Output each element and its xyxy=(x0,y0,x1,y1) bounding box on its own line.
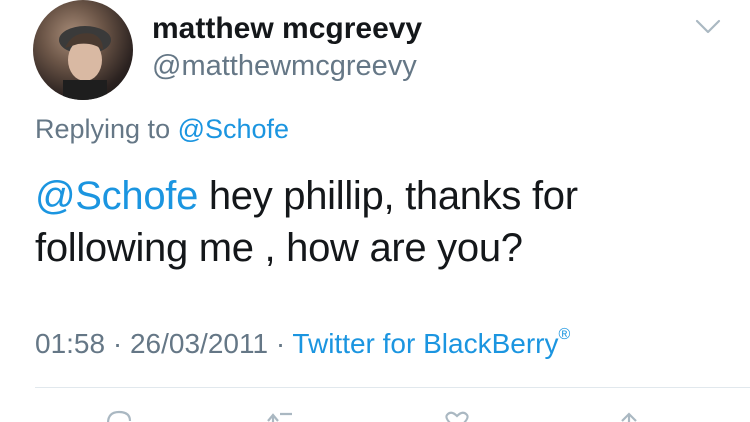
tweet-date: 26/03/2011 xyxy=(129,328,269,359)
reply-context: Replying to @Schofe xyxy=(35,114,289,145)
tweet-card: matthew mcgreevy @matthewmcgreevy Replyi… xyxy=(0,0,750,422)
tweet-text: @Schofe hey phillip, thanks for followin… xyxy=(35,170,725,274)
chevron-down-icon[interactable] xyxy=(695,18,721,36)
share-icon[interactable] xyxy=(612,409,646,422)
tweet-time: 01:58 xyxy=(35,328,106,359)
retweet-icon[interactable] xyxy=(264,409,298,422)
reply-icon[interactable] xyxy=(102,409,136,422)
avatar[interactable] xyxy=(33,0,133,100)
avatar-photo xyxy=(59,26,111,100)
meta-separator: · xyxy=(275,328,286,359)
user-handle[interactable]: @matthewmcgreevy xyxy=(152,50,417,83)
display-name[interactable]: matthew mcgreevy xyxy=(152,12,422,46)
reply-context-mention[interactable]: @Schofe xyxy=(178,114,289,144)
tweet-client-name: Twitter for BlackBerry xyxy=(292,328,559,359)
like-icon[interactable] xyxy=(440,409,474,422)
reply-context-label: Replying to xyxy=(35,114,171,144)
tweet-client[interactable]: Twitter for BlackBerry® xyxy=(292,326,571,359)
registered-mark: ® xyxy=(558,326,571,343)
tweet-meta: 01:58 · 26/03/2011 · Twitter for BlackBe… xyxy=(35,326,571,360)
tweet-mention[interactable]: @Schofe xyxy=(35,174,198,218)
divider xyxy=(35,387,750,388)
meta-separator: · xyxy=(112,328,123,359)
